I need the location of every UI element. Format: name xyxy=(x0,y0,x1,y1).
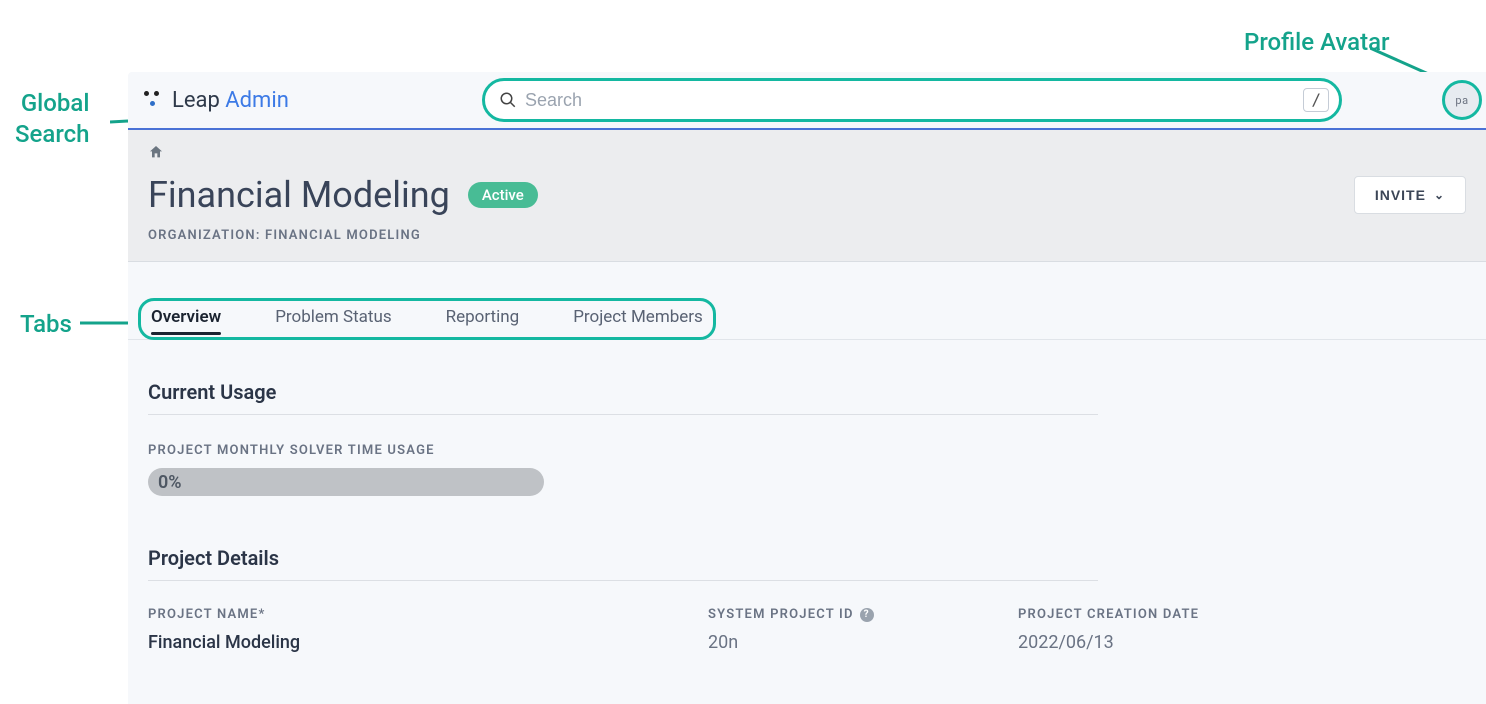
avatar[interactable]: pa xyxy=(1442,80,1482,120)
detail-col-creation-date: PROJECT CREATION DATE 2022/06/13 xyxy=(1018,607,1268,653)
organization-line: ORGANIZATION: FINANCIAL MODELING xyxy=(148,228,1466,243)
brand-text[interactable]: Leap Admin xyxy=(172,88,289,113)
page-title: Financial Modeling xyxy=(148,174,450,216)
tab-project-members[interactable]: Project Members xyxy=(573,303,703,335)
usage-percent: 0% xyxy=(158,472,182,493)
tab-reporting[interactable]: Reporting xyxy=(446,303,520,335)
chevron-down-icon: ⌄ xyxy=(1434,188,1445,202)
value-project-name: Financial Modeling xyxy=(148,632,648,653)
label-creation-date: PROJECT CREATION DATE xyxy=(1018,607,1268,622)
annotation-global-search: Global Search xyxy=(15,88,89,150)
topbar: Leap Admin / pa xyxy=(128,72,1486,128)
home-icon[interactable] xyxy=(148,144,164,164)
label-system-id: SYSTEM PROJECT ID ? xyxy=(708,607,958,622)
content-area: Current Usage PROJECT MONTHLY SOLVER TIM… xyxy=(128,340,1118,693)
brand-logo-icon xyxy=(144,91,162,109)
brand-admin: Admin xyxy=(225,88,289,113)
global-search[interactable]: / xyxy=(482,78,1342,122)
value-creation-date: 2022/06/13 xyxy=(1018,632,1268,653)
search-icon xyxy=(499,91,517,109)
usage-metric-label: PROJECT MONTHLY SOLVER TIME USAGE xyxy=(148,443,1098,458)
project-details-section: Project Details PROJECT NAME* Financial … xyxy=(148,546,1098,653)
help-icon[interactable]: ? xyxy=(860,608,874,622)
label-project-name: PROJECT NAME* xyxy=(148,607,648,622)
invite-label: INVITE xyxy=(1375,187,1426,203)
details-grid: PROJECT NAME* Financial Modeling SYSTEM … xyxy=(148,607,1098,653)
invite-button[interactable]: INVITE ⌄ xyxy=(1354,176,1466,214)
tabs-highlight-box: Overview Problem Status Reporting Projec… xyxy=(138,298,716,340)
tabs-container: Overview Problem Status Reporting Projec… xyxy=(128,262,1486,340)
usage-progress-bar: 0% xyxy=(148,468,544,496)
annotation-profile-avatar: Profile Avatar xyxy=(1244,28,1484,56)
detail-col-system-id: SYSTEM PROJECT ID ? 20n xyxy=(708,607,958,653)
value-system-id: 20n xyxy=(708,632,958,653)
tab-overview[interactable]: Overview xyxy=(151,303,221,335)
section-title-details: Project Details xyxy=(148,546,1098,581)
annotation-tabs: Tabs xyxy=(20,310,72,338)
avatar-initials: pa xyxy=(1455,94,1468,107)
page-header: Financial Modeling Active INVITE ⌄ ORGAN… xyxy=(128,130,1486,262)
search-shortcut-key: / xyxy=(1303,88,1329,112)
title-row: Financial Modeling Active INVITE ⌄ xyxy=(148,174,1466,216)
detail-col-project-name: PROJECT NAME* Financial Modeling xyxy=(148,607,648,653)
tab-problem-status[interactable]: Problem Status xyxy=(275,303,391,335)
search-input[interactable] xyxy=(517,90,1303,111)
section-title-usage: Current Usage xyxy=(148,380,1098,415)
brand-leap: Leap xyxy=(172,88,225,113)
status-badge: Active xyxy=(468,182,538,208)
app-shell: Leap Admin / pa Financial Modeling Activ… xyxy=(128,72,1486,704)
